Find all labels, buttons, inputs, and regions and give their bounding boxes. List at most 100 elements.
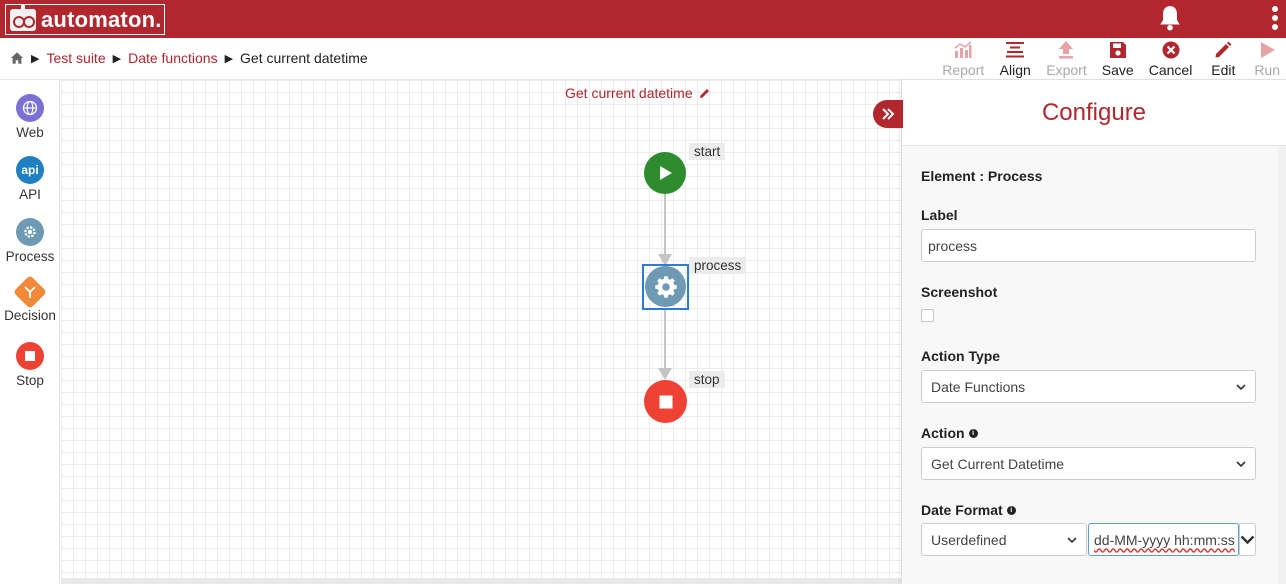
- date-format-label: Date Format i: [921, 502, 1016, 518]
- home-icon[interactable]: [10, 51, 24, 65]
- configure-panel-header: Configure: [902, 80, 1286, 146]
- breadcrumb: ▶ Test suite ▶ Date functions ▶ Get curr…: [10, 50, 368, 66]
- pencil-icon: [1215, 41, 1232, 58]
- palette-item-decision[interactable]: Decision: [0, 275, 60, 323]
- logo-text: automaton.: [41, 6, 162, 32]
- element-palette: Web api API Process Decision Stop: [0, 80, 60, 584]
- run-label: Run: [1254, 62, 1280, 78]
- double-chevron-right-icon: [882, 108, 895, 120]
- date-format-input[interactable]: dd-MM-yyyy hh:mm:ss: [1088, 523, 1239, 556]
- upload-icon: [1059, 41, 1074, 59]
- breadcrumb-bar: ▶ Test suite ▶ Date functions ▶ Get curr…: [0, 38, 1286, 80]
- stop-icon: [16, 342, 44, 370]
- play-icon: [660, 166, 672, 180]
- canvas-horizontal-scrollbar[interactable]: [61, 578, 901, 584]
- action-value: Get Current Datetime: [931, 455, 1065, 472]
- globe-icon: [16, 94, 44, 122]
- action-type-select[interactable]: Date Functions: [921, 370, 1256, 403]
- decision-icon: [13, 275, 47, 309]
- bar-chart-icon: [954, 41, 972, 58]
- flow-title[interactable]: Get current datetime: [565, 85, 711, 101]
- date-format-type-value: Userdefined: [931, 531, 1007, 548]
- palette-item-stop[interactable]: Stop: [0, 342, 60, 388]
- play-icon: [1261, 42, 1276, 58]
- edit-label: Edit: [1211, 62, 1236, 78]
- date-format-value: dd-MM-yyyy hh:mm:ss: [1094, 531, 1235, 548]
- palette-item-process[interactable]: Process: [0, 218, 60, 264]
- action-type-value: Date Functions: [931, 378, 1026, 395]
- chevron-down-icon: [1236, 460, 1246, 467]
- pencil-icon[interactable]: [699, 87, 711, 99]
- palette-label: Decision: [4, 308, 56, 323]
- breadcrumb-separator-icon: ▶: [31, 52, 40, 65]
- start-node[interactable]: [644, 152, 686, 194]
- edit-button[interactable]: Edit: [1198, 40, 1248, 80]
- notification-bell-icon[interactable]: [1157, 4, 1183, 32]
- configure-panel-title: Configure: [1041, 98, 1147, 126]
- run-button[interactable]: Run: [1248, 40, 1286, 80]
- panel-scrollbar[interactable]: [1278, 146, 1286, 584]
- process-node-label: process: [689, 257, 747, 274]
- date-format-type-select[interactable]: Userdefined: [921, 523, 1087, 556]
- align-label: Align: [999, 62, 1031, 78]
- api-icon: api: [16, 156, 44, 184]
- breadcrumb-separator-icon: ▶: [112, 52, 122, 65]
- flow-canvas[interactable]: [61, 80, 901, 578]
- top-bar: automaton.: [0, 0, 1286, 38]
- breadcrumb-link-test-suite[interactable]: Test suite: [46, 50, 105, 66]
- process-node[interactable]: [645, 266, 686, 307]
- cancel-circle-icon: [1162, 41, 1180, 59]
- configure-panel-body: [902, 146, 1286, 584]
- cancel-label: Cancel: [1148, 62, 1193, 78]
- breadcrumb-link-date-functions[interactable]: Date functions: [128, 50, 218, 66]
- date-format-dropdown-button[interactable]: [1239, 523, 1256, 556]
- action-label-text: Action: [921, 425, 965, 441]
- export-label: Export: [1046, 62, 1087, 78]
- palette-item-api[interactable]: api API: [0, 156, 60, 202]
- stop-node-label: stop: [689, 371, 725, 388]
- collapse-panel-button[interactable]: [873, 100, 903, 128]
- breadcrumb-separator-icon: ▶: [224, 52, 234, 65]
- save-button[interactable]: Save: [1093, 40, 1143, 80]
- configure-panel: Configure Element : Process Label proces…: [901, 80, 1286, 584]
- connector-process-stop: [664, 310, 666, 370]
- palette-label: Stop: [16, 373, 44, 388]
- report-label: Report: [942, 62, 985, 78]
- label-input[interactable]: process: [921, 229, 1256, 262]
- gear-icon: [654, 275, 677, 298]
- align-center-icon: [1006, 42, 1025, 58]
- connector-start-process: [664, 194, 666, 256]
- chevron-down-icon: [1067, 536, 1077, 543]
- palette-label: Process: [5, 249, 55, 264]
- palette-label: API: [19, 187, 41, 202]
- connector-arrow-icon: [658, 368, 672, 380]
- chevron-down-icon: [1240, 535, 1255, 545]
- start-node-label: start: [689, 143, 726, 160]
- app-logo[interactable]: automaton.: [5, 3, 165, 35]
- stop-node[interactable]: [644, 380, 687, 423]
- save-label: Save: [1101, 62, 1134, 78]
- cancel-button[interactable]: Cancel: [1143, 40, 1199, 80]
- floppy-disk-icon: [1109, 42, 1126, 58]
- element-type-label: Element : Process: [921, 168, 1043, 184]
- breadcrumb-current: Get current datetime: [240, 50, 368, 66]
- report-button[interactable]: Report: [936, 40, 990, 80]
- info-icon[interactable]: i: [1006, 505, 1016, 515]
- date-format-label-text: Date Format: [921, 502, 1003, 518]
- screenshot-label: Screenshot: [921, 284, 998, 300]
- palette-label: Web: [16, 125, 44, 140]
- info-icon[interactable]: i: [968, 428, 978, 438]
- align-button[interactable]: Align: [990, 40, 1040, 80]
- robot-logo-icon: [10, 3, 36, 31]
- palette-item-web[interactable]: Web: [0, 94, 60, 140]
- chevron-down-icon: [1236, 383, 1246, 390]
- more-menu-icon[interactable]: [1272, 6, 1280, 34]
- toolbar: Report Align Export Save Cancel Edit Run: [936, 40, 1286, 80]
- action-type-label: Action Type: [921, 348, 1001, 364]
- action-label: Action i: [921, 425, 978, 441]
- label-field-label: Label: [921, 207, 958, 223]
- screenshot-checkbox[interactable]: [921, 309, 934, 322]
- export-button[interactable]: Export: [1040, 40, 1092, 80]
- gear-icon: [16, 218, 44, 246]
- action-select[interactable]: Get Current Datetime: [921, 447, 1256, 480]
